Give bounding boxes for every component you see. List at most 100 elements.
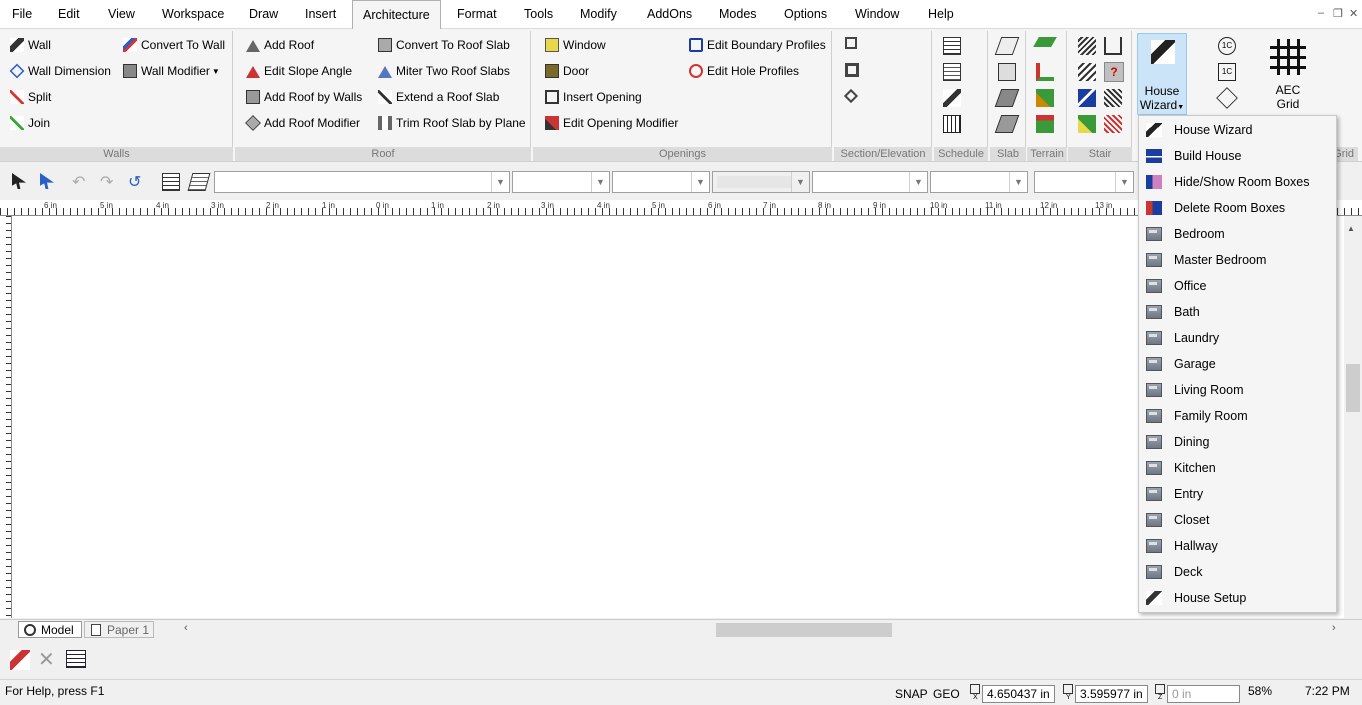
dropdown-item-dining[interactable]: Dining (1139, 429, 1336, 455)
convert-to-wall-button[interactable]: Convert To Wall (123, 35, 225, 55)
minimize-icon[interactable]: – (1318, 7, 1324, 19)
menu-format[interactable]: Format (457, 0, 497, 29)
add-roof-button[interactable]: Add Roof (246, 35, 314, 55)
add-roof-by-walls-button[interactable]: Add Roof by Walls (246, 87, 362, 107)
wall-dimension-button[interactable]: Wall Dimension (9, 61, 111, 81)
dropdown-item-house-wizard[interactable]: House Wizard (1139, 117, 1336, 143)
y-coordinate-field[interactable]: 3.595977 in (1075, 685, 1148, 703)
menu-modify[interactable]: Modify (580, 0, 617, 29)
grid-diamond-icon[interactable] (1216, 87, 1238, 109)
menu-modes[interactable]: Modes (719, 0, 757, 29)
restore-icon[interactable]: ❐ (1333, 7, 1343, 20)
layers-icon[interactable] (187, 173, 211, 191)
tab-model[interactable]: Model (18, 621, 82, 638)
menu-architecture[interactable]: Architecture (352, 0, 441, 30)
z-coordinate-field[interactable]: 0 in (1167, 685, 1240, 703)
section-icon[interactable] (845, 37, 857, 49)
insert-opening-button[interactable]: Insert Opening (545, 87, 642, 107)
menu-tools[interactable]: Tools (524, 0, 553, 29)
menu-insert[interactable]: Insert (305, 0, 336, 29)
stair-modify-icon[interactable] (1078, 63, 1096, 81)
schedule-wizard-icon[interactable] (943, 89, 961, 107)
horizontal-scrollbar[interactable]: ‹ › (178, 620, 1344, 639)
scroll-left-icon[interactable]: ‹ (184, 622, 188, 634)
redo-icon[interactable]: ↷ (100, 172, 113, 192)
dropdown-item-entry[interactable]: Entry (1139, 481, 1336, 507)
add-roof-modifier-button[interactable]: Add Roof Modifier (245, 113, 360, 133)
dropdown-item-hallway[interactable]: Hallway (1139, 533, 1336, 559)
dropdown-item-build-house[interactable]: Build House (1139, 143, 1336, 169)
layer-combo[interactable]: ▼ (214, 171, 510, 193)
terrain-point-icon[interactable] (1036, 115, 1054, 133)
x-coordinate-field[interactable]: 4.650437 in (982, 685, 1055, 703)
command-table-icon[interactable] (66, 650, 86, 668)
slab-add-icon[interactable] (998, 63, 1016, 81)
menu-options[interactable]: Options (784, 0, 827, 29)
dropdown-item-garage[interactable]: Garage (1139, 351, 1336, 377)
vertical-scroll-thumb[interactable] (1346, 364, 1360, 412)
dropdown-item-kitchen[interactable]: Kitchen (1139, 455, 1336, 481)
horizontal-scroll-thumb[interactable] (716, 623, 892, 637)
terrain-edit-icon[interactable] (1036, 63, 1054, 81)
window-button[interactable]: Window (545, 35, 606, 55)
miter-two-roof-slabs-button[interactable]: Miter Two Roof Slabs (378, 61, 510, 81)
edit-opening-modifier-button[interactable]: Edit Opening Modifier (545, 113, 678, 133)
door-button[interactable]: Door (545, 61, 589, 81)
scale-combo[interactable]: ▼ (812, 171, 928, 193)
dropdown-item-house-setup[interactable]: House Setup (1139, 585, 1336, 611)
trim-roof-slab-by-plane-button[interactable]: Trim Roof Slab by Plane (378, 113, 526, 133)
close-icon[interactable]: ✕ (1349, 7, 1358, 20)
stair-icon[interactable] (1078, 37, 1096, 55)
dropdown-item-office[interactable]: Office (1139, 273, 1336, 299)
snap-toggle[interactable]: SNAP (895, 687, 928, 701)
select-arrow-icon[interactable] (12, 173, 26, 189)
scroll-up-icon[interactable]: ▲ (1347, 224, 1355, 233)
schedule-table-icon[interactable] (943, 115, 961, 133)
cancel-icon[interactable]: ✕ (38, 647, 55, 672)
color-combo[interactable]: ▼ (512, 171, 610, 193)
dropdown-item-laundry[interactable]: Laundry (1139, 325, 1336, 351)
split-button[interactable]: Split (10, 87, 51, 107)
select-edit-icon[interactable] (40, 173, 54, 189)
railing-icon[interactable] (1104, 89, 1122, 107)
edit-hole-profiles-button[interactable]: Edit Hole Profiles (689, 61, 799, 81)
style-combo[interactable]: ▼ (930, 171, 1028, 193)
tab-paper-1[interactable]: Paper 1 (84, 621, 154, 638)
grid-bubble-icon[interactable]: 1C (1218, 37, 1236, 55)
dropdown-item-living-room[interactable]: Living Room (1139, 377, 1336, 403)
dropdown-item-delete-room-boxes[interactable]: Delete Room Boxes (1139, 195, 1336, 221)
snap-magic-icon[interactable] (10, 650, 30, 670)
aec-grid-button[interactable]: AEC Grid (1262, 33, 1314, 115)
menu-draw[interactable]: Draw (249, 0, 278, 29)
extend-a-roof-slab-button[interactable]: Extend a Roof Slab (378, 87, 499, 107)
dropdown-item-bedroom[interactable]: Bedroom (1139, 221, 1336, 247)
lineweight-combo[interactable]: ▼ (712, 171, 810, 193)
menu-view[interactable]: View (108, 0, 135, 29)
menu-window[interactable]: Window (855, 0, 899, 29)
terrain-modify-icon[interactable] (1036, 89, 1054, 107)
extra-combo[interactable]: ▼ (1034, 171, 1134, 193)
menu-edit[interactable]: Edit (58, 0, 80, 29)
spiral-stair-icon[interactable] (1078, 115, 1096, 133)
wall-modifier-button[interactable]: Wall Modifier ▼ (123, 61, 220, 81)
stair-u-icon[interactable] (1104, 37, 1122, 55)
menu-addons[interactable]: AddOns (647, 0, 692, 29)
schedule-edit-icon[interactable] (943, 63, 961, 81)
dropdown-item-family-room[interactable]: Family Room (1139, 403, 1336, 429)
wall-button[interactable]: Wall (10, 35, 51, 55)
convert-to-roof-slab-button[interactable]: Convert To Roof Slab (378, 35, 510, 55)
edit-boundary-profiles-button[interactable]: Edit Boundary Profiles (689, 35, 826, 55)
menu-workspace[interactable]: Workspace (162, 0, 224, 29)
elevation-icon[interactable] (845, 63, 859, 77)
properties-table-icon[interactable] (162, 173, 180, 191)
grid-tag-icon[interactable]: 1C (1218, 63, 1236, 81)
linetype-combo[interactable]: ▼ (612, 171, 710, 193)
railing-edit-icon[interactable] (1104, 115, 1122, 133)
dropdown-item-closet[interactable]: Closet (1139, 507, 1336, 533)
help-icon[interactable]: ? (1104, 62, 1124, 82)
undo-icon[interactable]: ↶ (72, 172, 85, 192)
dropdown-item-hide-show-room-boxes[interactable]: Hide/Show Room Boxes (1139, 169, 1336, 195)
dropdown-item-bath[interactable]: Bath (1139, 299, 1336, 325)
edit-slope-angle-button[interactable]: Edit Slope Angle (246, 61, 352, 81)
vertical-scrollbar[interactable]: ▲ (1344, 216, 1362, 618)
